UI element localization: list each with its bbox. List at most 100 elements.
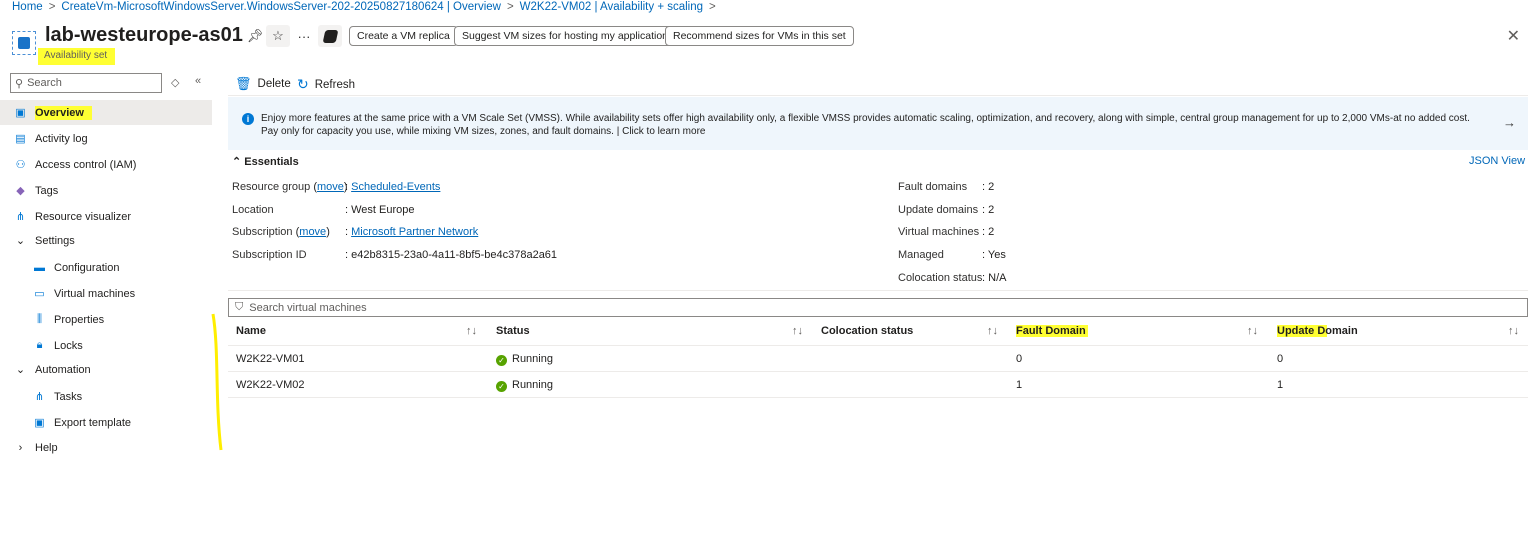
- vm-update-domain: 1: [1277, 379, 1284, 391]
- chevron-down-icon: ⌄: [15, 235, 26, 247]
- virtual-machines-label: Virtual machines: [898, 226, 980, 238]
- essentials-resource-group: Resource group (move): [232, 181, 348, 193]
- divider: [228, 290, 1528, 291]
- sidebar-group-automation[interactable]: ⌄ Automation: [0, 357, 212, 382]
- subscription-id-label: Subscription ID: [232, 249, 307, 261]
- sidebar-item-overview[interactable]: ▣ Overview: [0, 100, 212, 125]
- running-icon: ✓: [496, 355, 507, 366]
- vm-fault-domain: 1: [1016, 379, 1023, 391]
- refresh-icon: ↻: [297, 76, 309, 92]
- create-vm-replica-button[interactable]: Create a VM replica: [349, 26, 458, 46]
- refresh-button[interactable]: ↻ Refresh: [297, 76, 355, 93]
- sidebar-item-resource-visualizer[interactable]: ⋔ Resource visualizer: [0, 204, 212, 229]
- more-icon[interactable]: ···: [292, 25, 316, 47]
- resource-type: Availability set: [38, 48, 116, 65]
- essentials-subscription: Subscription (move): [232, 226, 330, 238]
- sort-icon[interactable]: ↑↓: [1508, 325, 1519, 337]
- breadcrumb-home[interactable]: Home: [12, 1, 43, 13]
- page-title: lab-westeurope-as01: [45, 24, 243, 46]
- move-subscription-link[interactable]: move: [299, 226, 326, 238]
- breadcrumb-vm[interactable]: W2K22-VM02 | Availability + scaling: [520, 1, 703, 13]
- sidebar-item-export-template[interactable]: ▣ Export template: [0, 410, 212, 435]
- virtual-machines-value: 2: [988, 226, 995, 238]
- essentials-toggle[interactable]: ⌃ Essentials: [232, 155, 299, 168]
- breadcrumb-createvm[interactable]: CreateVm-MicrosoftWindowsServer.WindowsS…: [61, 1, 501, 13]
- sidebar-item-iam[interactable]: ⚇ Access control (IAM): [0, 152, 212, 177]
- subscription-id-value: e42b8315-23a0-4a11-8bf5-be4c378a2a61: [351, 249, 558, 261]
- sidebar-group-help[interactable]: › Help: [0, 435, 212, 460]
- delete-button[interactable]: 🗑︎ Delete: [235, 76, 291, 92]
- arrow-right-icon[interactable]: →: [1503, 115, 1516, 130]
- yellow-annotation-line: [211, 313, 223, 451]
- vmss-info-banner[interactable]: Enjoy more features at the same price wi…: [228, 97, 1528, 150]
- colocation-status-label: Colocation status: [898, 272, 983, 284]
- configuration-icon: ▬: [34, 261, 45, 274]
- column-header-colocation[interactable]: Colocation status: [821, 325, 913, 337]
- sidebar-item-tags[interactable]: ◆ Tags: [0, 178, 212, 203]
- column-header-update-domain[interactable]: Update Domain: [1277, 325, 1358, 337]
- sidebar-item-virtual-machines[interactable]: ▭ Virtual machines: [0, 281, 212, 306]
- sort-icon[interactable]: ↑↓: [466, 325, 477, 337]
- tasks-icon: ⋔: [34, 391, 45, 403]
- chevron-right-icon: ›: [18, 441, 23, 454]
- sort-icon[interactable]: ↑↓: [1247, 325, 1258, 337]
- sidebar-item-activity-log[interactable]: ▤ Activity log: [0, 126, 212, 151]
- location-label: Location: [232, 204, 274, 216]
- suggest-vm-sizes-button[interactable]: Suggest VM sizes for hosting my applicat…: [454, 26, 677, 46]
- vm-icon: ▭: [34, 288, 45, 300]
- sidebar-search-input[interactable]: ⚲ Search: [10, 73, 162, 93]
- subscription-link[interactable]: Microsoft Partner Network: [351, 226, 478, 238]
- divider: [228, 371, 1528, 372]
- managed-value: Yes: [987, 249, 1006, 261]
- sidebar-group-settings[interactable]: ⌄ Settings: [0, 228, 212, 253]
- lock-icon: 🔒︎: [36, 339, 43, 351]
- vm-fault-domain: 0: [1016, 353, 1023, 365]
- expand-icon[interactable]: ◇: [171, 76, 179, 89]
- overview-icon: ▣: [15, 107, 26, 119]
- star-icon[interactable]: ☆: [266, 25, 290, 47]
- divider: [228, 95, 1528, 96]
- vm-name[interactable]: W2K22-VM02: [236, 379, 304, 391]
- column-header-fault-domain[interactable]: Fault Domain: [1016, 325, 1088, 337]
- vm-update-domain: 0: [1277, 353, 1284, 365]
- info-icon: i: [242, 113, 254, 125]
- availability-set-icon: [12, 31, 36, 55]
- search-virtual-machines-input[interactable]: ⛉ Search virtual machines: [228, 298, 1528, 317]
- vm-status: ✓ Running: [496, 353, 553, 366]
- collapse-sidebar-icon[interactable]: «: [195, 75, 201, 87]
- export-icon: ▣: [34, 417, 45, 429]
- running-icon: ✓: [496, 381, 507, 392]
- copilot-icon[interactable]: [318, 25, 342, 47]
- move-resource-group-link[interactable]: move: [317, 181, 344, 193]
- chevron-down-icon: ⌄: [15, 364, 26, 376]
- activity-log-icon: ▤: [15, 133, 26, 145]
- sidebar-item-tasks[interactable]: ⋔ Tasks: [0, 384, 212, 409]
- pin-icon[interactable]: 📌︎: [243, 25, 267, 47]
- tag-icon: ◆: [16, 185, 25, 197]
- divider: [228, 397, 1528, 398]
- location-value: West Europe: [351, 204, 415, 216]
- vm-status: ✓ Running: [496, 379, 553, 392]
- sidebar-item-properties[interactable]: ⫼ Properties: [0, 307, 212, 332]
- breadcrumb: Home > CreateVm-MicrosoftWindowsServer.Wi…: [12, 1, 716, 13]
- colocation-status-value: N/A: [988, 272, 1007, 284]
- resource-group-link[interactable]: Scheduled-Events: [351, 181, 440, 193]
- sort-icon[interactable]: ↑↓: [987, 325, 998, 337]
- divider: [228, 345, 1528, 346]
- sidebar-item-configuration[interactable]: ▬ Configuration: [0, 255, 212, 280]
- fault-domains-value: 2: [988, 181, 995, 193]
- fault-domains-label: Fault domains: [898, 181, 968, 193]
- managed-label: Managed: [898, 249, 944, 261]
- column-header-name[interactable]: Name: [236, 325, 266, 337]
- search-icon: ⚲: [15, 77, 24, 90]
- update-domains-label: Update domains: [898, 204, 979, 216]
- close-icon[interactable]: ✕: [1507, 26, 1520, 46]
- recommend-sizes-button[interactable]: Recommend sizes for VMs in this set: [665, 26, 854, 46]
- update-domains-value: 2: [988, 204, 995, 216]
- vm-name[interactable]: W2K22-VM01: [236, 353, 304, 365]
- json-view-link[interactable]: JSON View: [1469, 155, 1525, 167]
- sidebar-item-locks[interactable]: 🔒︎ Locks: [0, 333, 212, 358]
- column-header-status[interactable]: Status: [496, 325, 530, 337]
- sort-icon[interactable]: ↑↓: [792, 325, 803, 337]
- properties-icon: ⫼: [36, 313, 43, 325]
